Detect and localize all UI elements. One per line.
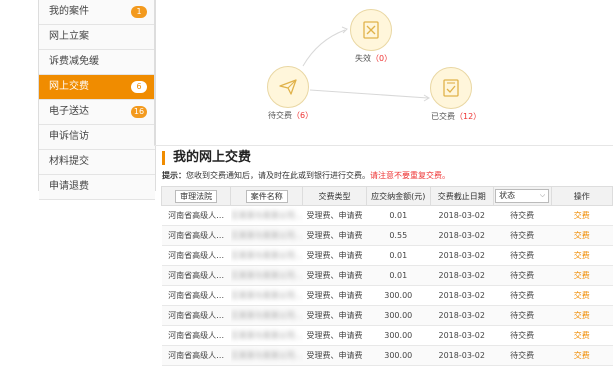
- cell-deadline: 2018-03-02: [430, 345, 494, 366]
- cell-fee-type: 受理费、申请费: [302, 345, 367, 366]
- cell-fee-type: 受理费、申请费: [302, 225, 367, 246]
- duplicate-payment-warning: 请注意不要重复交费。: [370, 171, 450, 180]
- table-row: 河南省高级人… 王某某与某某公司… 受理费、申请费 0.01 2018-03-02 待交费…: [161, 265, 613, 286]
- cell-status: 待交费: [493, 225, 552, 246]
- cell-court: 河南省高级人…: [161, 345, 231, 366]
- paper-plane-icon: [279, 79, 297, 95]
- table-row: 河南省高级人… 王某某与某某公司… 受理费、申请费 300.00 2018-03-02 待…: [161, 345, 613, 366]
- status-filter-select[interactable]: 状态 ⌵: [492, 186, 552, 206]
- cell-deadline: 2018-03-02: [430, 245, 494, 266]
- cell-fee-type: 受理费、申请费: [302, 265, 367, 286]
- payment-notice: 提示：您收到交费通知后，请及时在此或到银行进行交费。请注意不要重复交费。: [162, 171, 450, 180]
- cell-status: 待交费: [493, 285, 552, 306]
- table-row: 河南省高级人… 王某某与某某公司… 受理费、申请费 300.00 2018-03-02 待…: [161, 305, 613, 326]
- flow-node-pending[interactable]: [267, 66, 309, 108]
- invalid-doc-icon: [363, 21, 379, 39]
- cell-fee-type: 受理费、申请费: [302, 325, 367, 346]
- cell-case-name: 王某某与某某公司…: [230, 205, 303, 226]
- cell-deadline: 2018-03-02: [430, 285, 494, 306]
- cell-status: 待交费: [493, 205, 552, 226]
- header-deadline: 交费截止日期: [429, 186, 494, 206]
- cell-amount: 300.00: [366, 325, 431, 346]
- cell-deadline: 2018-03-02: [430, 325, 494, 346]
- cell-deadline: 2018-03-02: [430, 305, 494, 326]
- cell-amount: 0.55: [366, 225, 431, 246]
- cell-court: 河南省高级人…: [161, 245, 231, 266]
- flow-label-pending: 待交费（6）: [268, 111, 314, 120]
- table-row: 河南省高级人… 王某某与某某公司… 受理费、申请费 0.01 2018-03-02 待交费…: [161, 205, 613, 226]
- cell-court: 河南省高级人…: [161, 205, 231, 226]
- cell-amount: 0.01: [366, 245, 431, 266]
- cell-amount: 300.00: [366, 305, 431, 326]
- sidebar-item-refund[interactable]: 申请退费: [39, 175, 155, 200]
- header-court[interactable]: 审理法院: [160, 186, 232, 206]
- pay-link[interactable]: 交费: [551, 245, 613, 266]
- pay-link[interactable]: 交费: [551, 285, 613, 306]
- flow-node-paid[interactable]: [430, 67, 472, 109]
- fee-table: 审理法院 案件名称 交费类型 应交纳金额(元) 交费截止日期 状态 ⌵ 操作 河南…: [160, 186, 613, 366]
- cell-court: 河南省高级人…: [161, 325, 231, 346]
- pay-link[interactable]: 交费: [551, 325, 613, 346]
- header-case-name[interactable]: 案件名称: [230, 186, 304, 206]
- page-title: 我的网上交费: [162, 151, 251, 165]
- paid-doc-icon: [443, 79, 459, 97]
- pay-link[interactable]: 交费: [551, 205, 613, 226]
- table-row: 河南省高级人… 王某某与某某公司… 受理费、申请费 0.55 2018-03-02 待交费…: [161, 225, 613, 246]
- cell-deadline: 2018-03-02: [430, 265, 494, 286]
- chevron-down-icon: ⌵: [539, 191, 546, 199]
- table-header-row: 审理法院 案件名称 交费类型 应交纳金额(元) 交费截止日期 状态 ⌵ 操作: [160, 186, 613, 206]
- pay-link[interactable]: 交费: [551, 345, 613, 366]
- cell-court: 河南省高级人…: [161, 285, 231, 306]
- flow-node-failed[interactable]: [350, 9, 392, 51]
- cell-deadline: 2018-03-02: [430, 225, 494, 246]
- cell-court: 河南省高级人…: [161, 225, 231, 246]
- cell-case-name: 王某某与某某公司…: [230, 265, 303, 286]
- header-fee-type: 交费类型: [302, 186, 367, 206]
- cell-case-name: 王某某与某某公司…: [230, 305, 303, 326]
- cell-amount: 0.01: [366, 265, 431, 286]
- header-action: 操作: [550, 186, 613, 206]
- flow-arrows: [302, 26, 430, 102]
- sidebar-item-label: 申请退费: [49, 181, 89, 192]
- sidebar-item-material-submit[interactable]: 材料提交: [39, 150, 155, 175]
- cell-amount: 300.00: [366, 345, 431, 366]
- table-row: 河南省高级人… 王某某与某某公司… 受理费、申请费 300.00 2018-03-02 待…: [161, 285, 613, 306]
- table-row: 河南省高级人… 王某某与某某公司… 受理费、申请费 0.01 2018-03-02 待交费…: [161, 245, 613, 266]
- cell-amount: 300.00: [366, 285, 431, 306]
- flow-label-paid: 已交费（12）: [431, 112, 482, 121]
- cell-fee-type: 受理费、申请费: [302, 285, 367, 306]
- pay-link[interactable]: 交费: [551, 265, 613, 286]
- cell-status: 待交费: [493, 345, 552, 366]
- cell-fee-type: 受理费、申请费: [302, 245, 367, 266]
- cell-fee-type: 受理费、申请费: [302, 305, 367, 326]
- cell-amount: 0.01: [366, 205, 431, 226]
- cell-court: 河南省高级人…: [161, 305, 231, 326]
- cell-case-name: 王某某与某某公司…: [230, 345, 303, 366]
- cell-case-name: 王某某与某某公司…: [230, 245, 303, 266]
- pay-link[interactable]: 交费: [551, 305, 613, 326]
- cell-case-name: 王某某与某某公司…: [230, 285, 303, 306]
- pay-link[interactable]: 交费: [551, 225, 613, 246]
- cell-court: 河南省高级人…: [161, 265, 231, 286]
- cell-status: 待交费: [493, 265, 552, 286]
- header-amount: 应交纳金额(元): [365, 186, 431, 206]
- cell-case-name: 王某某与某某公司…: [230, 325, 303, 346]
- cell-case-name: 王某某与某某公司…: [230, 225, 303, 246]
- cell-status: 待交费: [493, 245, 552, 266]
- flow-label-failed: 失效（0）: [355, 54, 393, 63]
- cell-status: 待交费: [493, 305, 552, 326]
- cell-status: 待交费: [493, 325, 552, 346]
- table-row: 河南省高级人… 王某某与某某公司… 受理费、申请费 300.00 2018-03-02 待…: [161, 325, 613, 346]
- sidebar-item-label: 材料提交: [49, 156, 89, 167]
- cell-fee-type: 受理费、申请费: [302, 205, 367, 226]
- cell-deadline: 2018-03-02: [430, 205, 494, 226]
